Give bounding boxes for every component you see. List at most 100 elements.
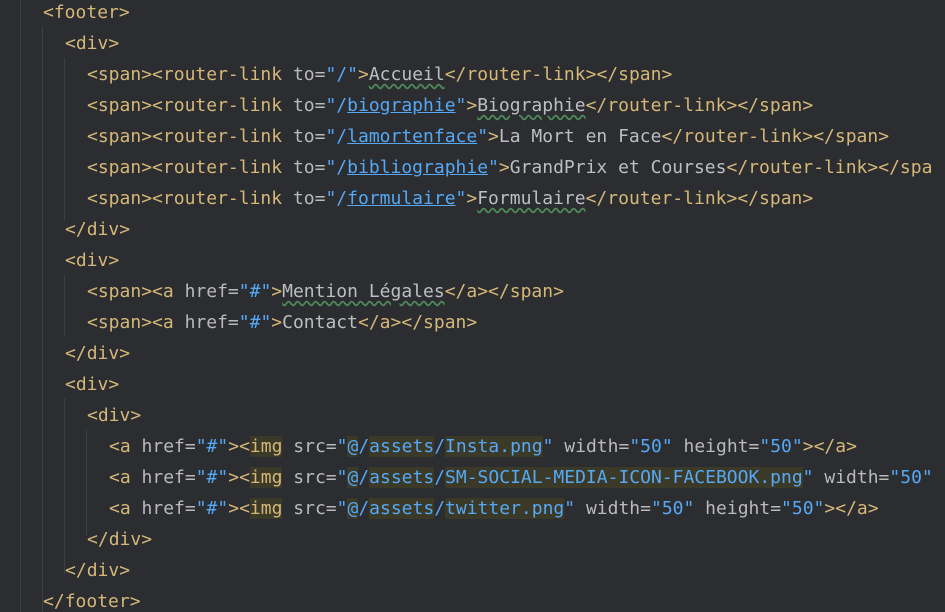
code-token: Biographie <box>477 95 586 116</box>
code-token: </ <box>585 95 608 116</box>
code-token: span <box>423 312 467 333</box>
code-token: > <box>108 33 120 54</box>
indent-guide <box>42 26 43 612</box>
code-token: >< <box>141 157 163 178</box>
code-token: = <box>184 467 196 488</box>
code-token: La Mort en Face <box>498 126 662 147</box>
code-line[interactable]: </div> <box>87 524 152 555</box>
code-token: = <box>640 498 651 519</box>
code-token: < <box>87 95 98 116</box>
code-token: assets <box>369 467 435 488</box>
code-token: >< <box>141 95 163 116</box>
code-token: > <box>466 312 478 333</box>
code-token: </ <box>585 188 608 209</box>
code-token: >< <box>228 498 250 519</box>
code-token: > <box>802 188 814 209</box>
code-token: / <box>358 436 370 457</box>
code-token: = <box>314 188 326 209</box>
code-token: < <box>87 64 98 85</box>
code-token: width <box>575 498 641 519</box>
code-token: > <box>498 157 510 178</box>
code-token: > <box>141 529 153 550</box>
code-token: " <box>336 467 348 488</box>
code-token: span <box>97 281 142 302</box>
code-token: >< <box>141 64 163 85</box>
code-editor[interactable]: <footer> <div> <span><router-link to="/">A… <box>0 0 945 612</box>
code-token: href <box>130 436 185 457</box>
code-token: > <box>802 95 814 116</box>
code-line[interactable]: <span><router-link to="/biographie">Biog… <box>87 90 813 121</box>
code-token: ></ <box>802 126 835 147</box>
code-token: < <box>65 374 76 395</box>
code-token: = <box>314 126 326 147</box>
code-token: = <box>770 498 782 519</box>
code-line[interactable]: <div> <box>87 400 141 431</box>
code-token: "50" <box>781 498 825 519</box>
code-line[interactable]: <span><router-link to="/lamortenface">La… <box>87 121 889 152</box>
code-line[interactable]: <div> <box>65 369 119 400</box>
code-line[interactable]: </div> <box>65 338 130 369</box>
code-token: = <box>227 281 239 302</box>
code-line[interactable]: <footer> <box>43 0 130 28</box>
code-token: a <box>162 312 174 333</box>
code-token: / <box>358 498 370 519</box>
code-token: > <box>119 219 131 240</box>
code-token: < <box>87 405 98 426</box>
code-line[interactable]: <div> <box>65 245 119 276</box>
code-line[interactable]: <a href="#"><img src="@/assets/SM-SOCIAL… <box>109 462 933 493</box>
code-token: > <box>271 312 283 333</box>
code-token: footer <box>53 2 119 23</box>
code-line[interactable]: <span><router-link to="/">Accueil</route… <box>87 59 672 90</box>
code-token: < <box>87 281 98 302</box>
code-token: ></ <box>477 281 510 302</box>
code-token: > <box>108 250 120 271</box>
code-token: / <box>336 64 348 85</box>
code-token: span <box>759 188 803 209</box>
code-line[interactable]: <a href="#"><img src="@/assets/twitter.p… <box>109 493 879 524</box>
indent-guide <box>64 398 65 574</box>
code-token: </ <box>65 219 87 240</box>
code-token: width <box>553 436 619 457</box>
code-token: a <box>466 281 478 302</box>
code-token: div <box>86 343 120 364</box>
code-token: width <box>813 467 879 488</box>
code-line[interactable]: <span><a href="#">Contact</a></span> <box>87 307 477 338</box>
code-line[interactable]: </div> <box>65 555 130 586</box>
code-line[interactable]: <span><a href="#">Mention Légales</a></s… <box>87 276 564 307</box>
code-token: > <box>108 374 120 395</box>
code-token: "50" <box>889 467 933 488</box>
code-token: ></ <box>390 312 424 333</box>
code-token: a <box>119 498 131 519</box>
code-token: router-link <box>683 126 803 147</box>
code-token: = <box>325 498 337 519</box>
code-token: " <box>488 157 499 178</box>
code-token: = <box>325 436 337 457</box>
code-token: ></ <box>726 188 760 209</box>
code-token: biographie <box>347 95 456 116</box>
code-token: >< <box>141 312 163 333</box>
code-token: > <box>119 343 131 364</box>
code-token: href <box>173 312 228 333</box>
code-token: formulaire <box>347 188 456 209</box>
code-token: "#" <box>195 498 229 519</box>
code-token: "50" <box>759 436 803 457</box>
code-token: bibliographie <box>347 157 489 178</box>
code-line[interactable]: <span><router-link to="/formulaire">Form… <box>87 183 813 214</box>
indent-guide <box>64 58 65 220</box>
code-token: > <box>661 64 673 85</box>
code-token: a <box>856 498 868 519</box>
code-token: SM-SOCIAL-MEDIA-ICON-FACEBOOK.png <box>445 467 803 488</box>
code-line[interactable]: <span><router-link to="/bibliographie">G… <box>87 152 932 183</box>
code-token: span <box>834 126 879 147</box>
code-token: span <box>97 188 142 209</box>
code-token: "#" <box>238 312 272 333</box>
code-token: "/ <box>325 126 348 147</box>
code-line[interactable]: <a href="#"><img src="@/assets/Insta.png… <box>109 431 857 462</box>
code-token: "/ <box>325 95 348 116</box>
code-line[interactable]: <div> <box>65 28 119 59</box>
code-line[interactable]: </div> <box>65 214 130 245</box>
code-line[interactable]: </footer> <box>43 586 141 612</box>
code-token: = <box>748 436 760 457</box>
code-token: src <box>282 436 326 457</box>
code-token: img <box>249 436 283 457</box>
